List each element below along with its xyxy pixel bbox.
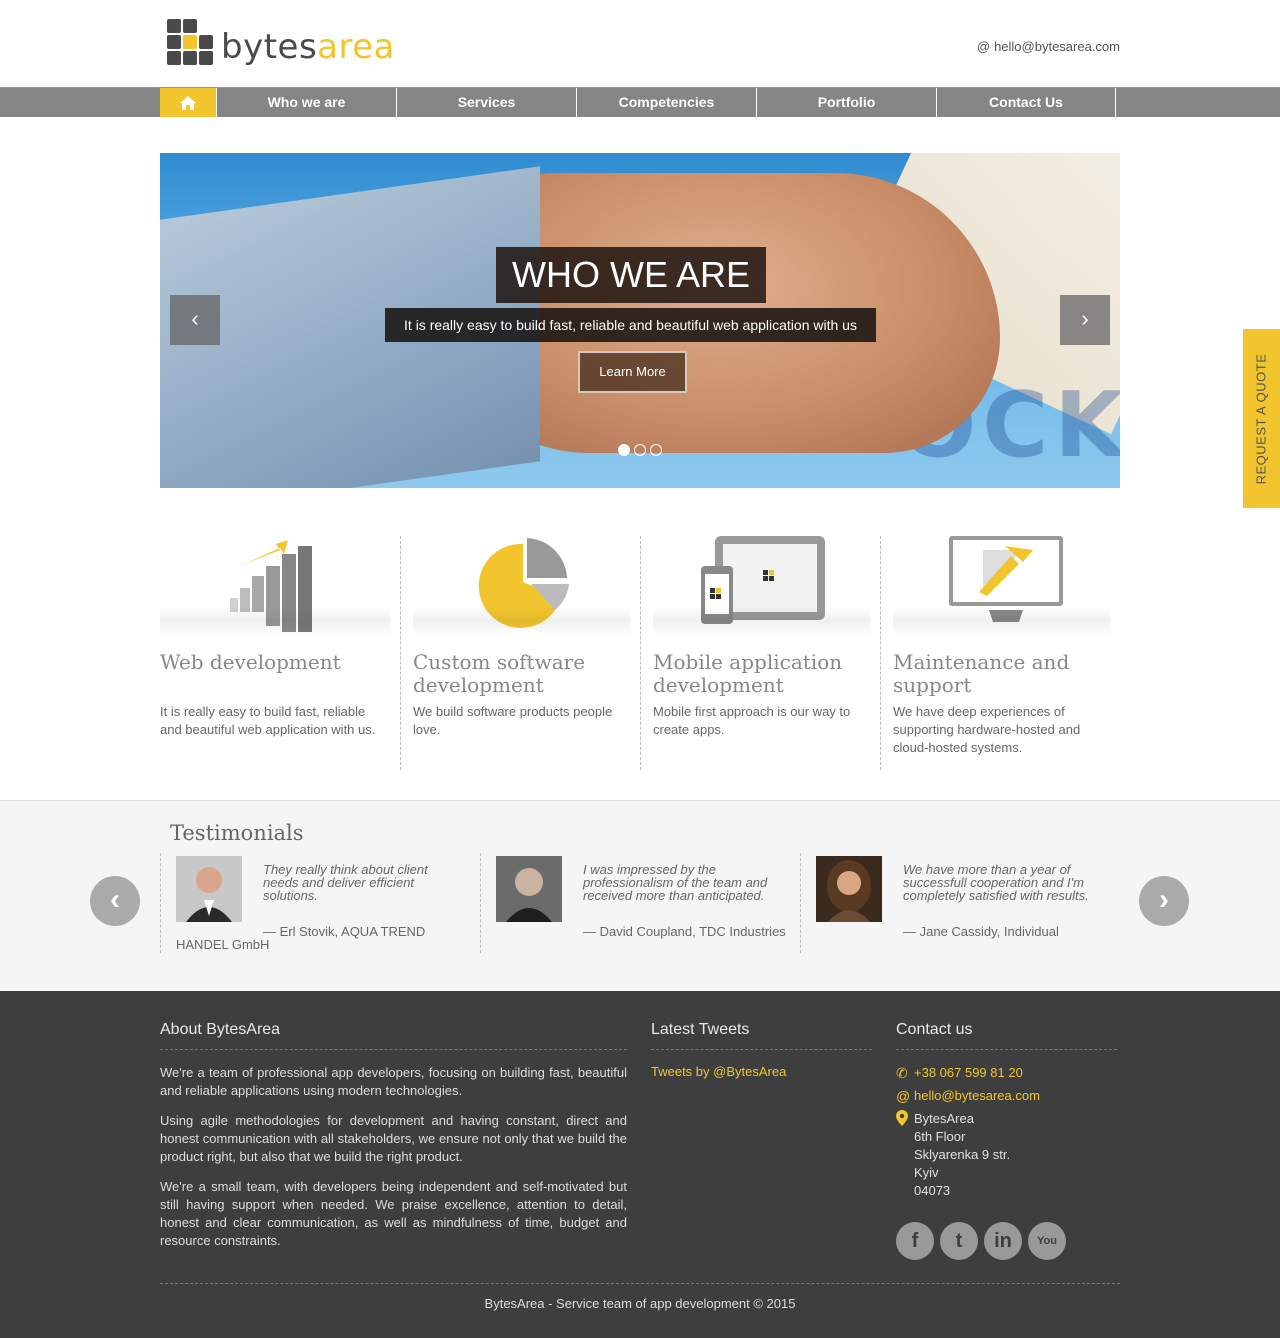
nav-services[interactable]: Services [396, 88, 576, 117]
growth-chart-icon [160, 536, 390, 646]
services-features: Web development It is really easy to bui… [160, 536, 1120, 770]
hero-slider: OCK WHO WE ARE It is really easy to buil… [160, 153, 1120, 488]
request-quote-tab[interactable]: REQUEST A QUOTE [1243, 329, 1280, 508]
slider-dot-1[interactable] [618, 444, 630, 456]
address-lines: BytesArea 6th Floor Sklyarenka 9 str. Ky… [914, 1110, 1010, 1200]
mobile-tablet-icon [653, 536, 870, 646]
at-icon: @ [976, 39, 991, 54]
feature-text: Mobile first approach is our way to crea… [653, 704, 851, 737]
address-line: Sklyarenka 9 str. [914, 1147, 1011, 1162]
testimonial-quote: They really think about client needs and… [263, 862, 428, 903]
slider-next-button[interactable]: › [1060, 295, 1110, 345]
address-line: 6th Floor [914, 1129, 966, 1144]
testimonial-quote: I was impressed by the professionalism o… [583, 862, 768, 903]
slider-prev-button[interactable]: ‹ [170, 295, 220, 345]
main-nav: Who we are Services Competencies Portfol… [0, 87, 1280, 117]
footer-about: About BytesArea We're a team of professi… [160, 1021, 627, 1262]
feature-web-development: Web development It is really easy to bui… [160, 536, 400, 770]
slider-dot-2[interactable] [634, 444, 646, 456]
feature-text: We build software products people love. [413, 704, 613, 737]
nav-competencies[interactable]: Competencies [576, 88, 756, 117]
nav-home-button[interactable] [160, 88, 216, 117]
footer-email-link[interactable]: hello@bytesarea.com [914, 1087, 1040, 1105]
monitor-tools-icon [893, 536, 1110, 646]
feature-mobile-development: Mobile application development Mobile fi… [640, 536, 880, 770]
address-line: BytesArea [914, 1111, 974, 1126]
testimonial-author: — David Coupland, TDC Industries [583, 924, 786, 939]
request-quote-label: REQUEST A QUOTE [1253, 353, 1269, 485]
feature-title: Mobile application development [653, 650, 843, 697]
footer-tweets: Latest Tweets Tweets by @BytesArea [651, 1021, 872, 1079]
testimonials-section: Testimonials ‹ › They really think about… [0, 800, 1280, 991]
feature-text: We have deep experiences of supporting h… [893, 704, 1081, 755]
slider-dot-3[interactable] [650, 444, 662, 456]
nav-portfolio[interactable]: Portfolio [756, 88, 936, 117]
footer-contact-title: Contact us [896, 1021, 1117, 1050]
footer-about-title: About BytesArea [160, 1021, 627, 1050]
avatar [176, 856, 242, 922]
footer-about-paragraph: Using agile methodologies for developmen… [160, 1113, 627, 1164]
slider-dots [618, 444, 662, 456]
site-footer: About BytesArea We're a team of professi… [0, 991, 1280, 1338]
footer-address: BytesArea 6th Floor Sklyarenka 9 str. Ky… [896, 1110, 1117, 1200]
testimonial-author: — Jane Cassidy, Individual [903, 924, 1059, 939]
footer-email: @ hello@bytesarea.com [896, 1087, 1117, 1105]
hero-title: WHO WE ARE [496, 247, 766, 303]
feature-text: It is really easy to build fast, reliabl… [160, 704, 376, 737]
chevron-left-icon: ‹ [191, 306, 199, 331]
footer-contact: Contact us ✆ +38 067 599 81 20 @ hello@b… [896, 1021, 1117, 1260]
logo-text: bytesarea [221, 27, 395, 67]
avatar [816, 856, 882, 922]
chevron-right-icon: › [1159, 883, 1169, 916]
chevron-right-icon: › [1081, 306, 1089, 331]
tweets-link[interactable]: Tweets by @BytesArea [651, 1064, 872, 1079]
feature-title: Custom software development [413, 650, 586, 697]
facebook-icon[interactable]: f [896, 1222, 934, 1260]
location-pin-icon [896, 1110, 914, 1130]
feature-custom-software: Custom software development We build sof… [400, 536, 640, 770]
testimonial-item: We have more than a year of successfull … [800, 853, 1110, 953]
footer-tweets-title: Latest Tweets [651, 1021, 872, 1050]
logo-grid-icon [167, 19, 214, 66]
at-icon: @ [896, 1088, 911, 1104]
youtube-icon[interactable]: You [1028, 1222, 1066, 1260]
testimonial-item: They really think about client needs and… [160, 853, 470, 953]
linkedin-icon[interactable]: in [984, 1222, 1022, 1260]
address-line: Kyiv [914, 1165, 939, 1180]
phone-icon: ✆ [896, 1065, 908, 1081]
footer-phone: ✆ +38 067 599 81 20 [896, 1064, 1117, 1082]
header-email-text[interactable]: hello@bytesarea.com [994, 39, 1120, 54]
site-header: bytesarea @ hello@bytesarea.com [0, 0, 1280, 87]
nav-contact-us[interactable]: Contact Us [936, 88, 1116, 117]
footer-phone-number[interactable]: +38 067 599 81 20 [914, 1064, 1023, 1082]
social-links: f t in You [896, 1222, 1117, 1260]
avatar [496, 856, 562, 922]
nav-who-we-are[interactable]: Who we are [216, 88, 396, 117]
chevron-left-icon: ‹ [110, 883, 120, 916]
address-line: 04073 [914, 1183, 951, 1198]
hero-subtitle: It is really easy to build fast, reliabl… [385, 308, 876, 342]
testimonial-quote: We have more than a year of successfull … [903, 862, 1089, 903]
footer-copyright: BytesArea - Service team of app developm… [160, 1283, 1120, 1311]
footer-about-paragraph: We're a small team, with developers bein… [160, 1179, 627, 1248]
feature-title: Web development [160, 650, 341, 674]
feature-title: Maintenance and support [893, 650, 1070, 697]
header-email[interactable]: @ hello@bytesarea.com [977, 39, 1120, 54]
twitter-icon[interactable]: t [940, 1222, 978, 1260]
learn-more-button[interactable]: Learn More [578, 351, 687, 393]
testimonial-author: — Erl Stovik, AQUA TREND HANDEL GmbH [176, 924, 426, 952]
testimonials-next-button[interactable]: › [1139, 876, 1189, 926]
testimonials-title: Testimonials [170, 821, 304, 845]
home-icon [180, 95, 196, 110]
testimonials-prev-button[interactable]: ‹ [90, 876, 140, 926]
logo[interactable]: bytesarea [167, 19, 395, 69]
feature-maintenance-support: Maintenance and support We have deep exp… [880, 536, 1120, 770]
footer-about-paragraph: We're a team of professional app develop… [160, 1065, 627, 1098]
pie-chart-icon [413, 536, 630, 646]
testimonial-item: I was impressed by the professionalism o… [480, 853, 790, 953]
